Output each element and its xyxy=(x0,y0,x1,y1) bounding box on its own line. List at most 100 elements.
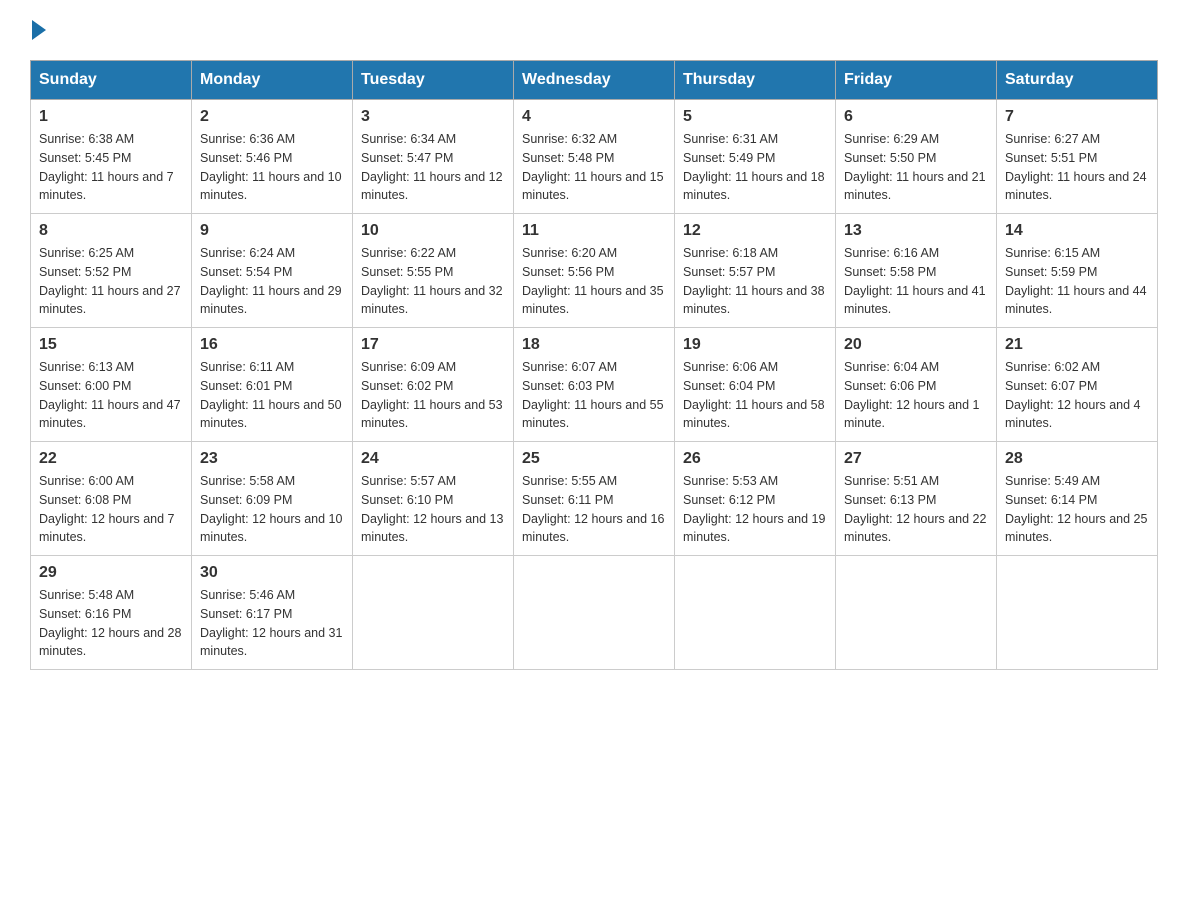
day-info: Sunrise: 6:20 AMSunset: 5:56 PMDaylight:… xyxy=(522,244,666,319)
day-number: 11 xyxy=(522,222,666,240)
day-number: 17 xyxy=(361,336,505,354)
day-number: 5 xyxy=(683,108,827,126)
calendar-day-cell: 21 Sunrise: 6:02 AMSunset: 6:07 PMDayligh… xyxy=(997,328,1158,442)
day-number: 23 xyxy=(200,450,344,468)
calendar-day-cell: 22 Sunrise: 6:00 AMSunset: 6:08 PMDayligh… xyxy=(31,442,192,556)
header-col-tuesday: Tuesday xyxy=(353,61,514,100)
header-col-monday: Monday xyxy=(192,61,353,100)
calendar-day-cell: 27Sunrise: 5:51 AMSunset: 6:13 PMDayligh… xyxy=(836,442,997,556)
calendar-week-row: 15 Sunrise: 6:13 AMSunset: 6:00 PMDayligh… xyxy=(31,328,1158,442)
calendar-week-row: 29Sunrise: 5:48 AMSunset: 6:16 PMDayligh… xyxy=(31,556,1158,670)
day-number: 4 xyxy=(522,108,666,126)
calendar-day-cell: 13 Sunrise: 6:16 AMSunset: 5:58 PMDayligh… xyxy=(836,214,997,328)
logo-triangle-icon xyxy=(32,20,46,40)
day-info: Sunrise: 6:34 AMSunset: 5:47 PMDaylight:… xyxy=(361,130,505,205)
calendar-day-cell: 28 Sunrise: 5:49 AMSunset: 6:14 PMDayligh… xyxy=(997,442,1158,556)
calendar-day-cell: 15 Sunrise: 6:13 AMSunset: 6:00 PMDayligh… xyxy=(31,328,192,442)
calendar-day-cell xyxy=(836,556,997,670)
day-number: 28 xyxy=(1005,450,1149,468)
calendar-day-cell: 24 Sunrise: 5:57 AMSunset: 6:10 PMDayligh… xyxy=(353,442,514,556)
calendar-day-cell xyxy=(353,556,514,670)
day-info: Sunrise: 6:18 AMSunset: 5:57 PMDaylight:… xyxy=(683,244,827,319)
calendar-week-row: 1 Sunrise: 6:38 AMSunset: 5:45 PMDaylight… xyxy=(31,100,1158,214)
calendar-day-cell: 16Sunrise: 6:11 AMSunset: 6:01 PMDayligh… xyxy=(192,328,353,442)
day-number: 10 xyxy=(361,222,505,240)
day-info: Sunrise: 5:55 AMSunset: 6:11 PMDaylight:… xyxy=(522,472,666,547)
day-info: Sunrise: 6:38 AMSunset: 5:45 PMDaylight:… xyxy=(39,130,183,205)
calendar-day-cell: 10Sunrise: 6:22 AMSunset: 5:55 PMDayligh… xyxy=(353,214,514,328)
day-info: Sunrise: 6:27 AMSunset: 5:51 PMDaylight:… xyxy=(1005,130,1149,205)
calendar-week-row: 8 Sunrise: 6:25 AMSunset: 5:52 PMDaylight… xyxy=(31,214,1158,328)
day-number: 19 xyxy=(683,336,827,354)
day-info: Sunrise: 6:13 AMSunset: 6:00 PMDaylight:… xyxy=(39,358,183,433)
day-number: 13 xyxy=(844,222,988,240)
calendar-day-cell xyxy=(675,556,836,670)
day-info: Sunrise: 5:58 AMSunset: 6:09 PMDaylight:… xyxy=(200,472,344,547)
day-info: Sunrise: 5:57 AMSunset: 6:10 PMDaylight:… xyxy=(361,472,505,547)
day-info: Sunrise: 6:25 AMSunset: 5:52 PMDaylight:… xyxy=(39,244,183,319)
day-info: Sunrise: 6:36 AMSunset: 5:46 PMDaylight:… xyxy=(200,130,344,205)
day-info: Sunrise: 5:49 AMSunset: 6:14 PMDaylight:… xyxy=(1005,472,1149,547)
page-header xyxy=(30,20,1158,40)
calendar-day-cell: 9Sunrise: 6:24 AMSunset: 5:54 PMDaylight… xyxy=(192,214,353,328)
calendar-day-cell: 4Sunrise: 6:32 AMSunset: 5:48 PMDaylight… xyxy=(514,100,675,214)
calendar-day-cell: 23 Sunrise: 5:58 AMSunset: 6:09 PMDayligh… xyxy=(192,442,353,556)
day-number: 26 xyxy=(683,450,827,468)
day-info: Sunrise: 6:15 AMSunset: 5:59 PMDaylight:… xyxy=(1005,244,1149,319)
calendar-day-cell: 26 Sunrise: 5:53 AMSunset: 6:12 PMDayligh… xyxy=(675,442,836,556)
calendar-day-cell: 11 Sunrise: 6:20 AMSunset: 5:56 PMDayligh… xyxy=(514,214,675,328)
day-number: 27 xyxy=(844,450,988,468)
calendar-day-cell xyxy=(997,556,1158,670)
calendar-day-cell: 5 Sunrise: 6:31 AMSunset: 5:49 PMDaylight… xyxy=(675,100,836,214)
day-number: 7 xyxy=(1005,108,1149,126)
calendar-week-row: 22 Sunrise: 6:00 AMSunset: 6:08 PMDayligh… xyxy=(31,442,1158,556)
calendar-day-cell xyxy=(514,556,675,670)
day-info: Sunrise: 6:31 AMSunset: 5:49 PMDaylight:… xyxy=(683,130,827,205)
header-col-saturday: Saturday xyxy=(997,61,1158,100)
day-number: 8 xyxy=(39,222,183,240)
day-number: 25 xyxy=(522,450,666,468)
header-col-friday: Friday xyxy=(836,61,997,100)
calendar-day-cell: 20 Sunrise: 6:04 AMSunset: 6:06 PMDayligh… xyxy=(836,328,997,442)
header-col-sunday: Sunday xyxy=(31,61,192,100)
calendar-day-cell: 1 Sunrise: 6:38 AMSunset: 5:45 PMDaylight… xyxy=(31,100,192,214)
calendar-body: 1 Sunrise: 6:38 AMSunset: 5:45 PMDaylight… xyxy=(31,100,1158,670)
day-info: Sunrise: 5:53 AMSunset: 6:12 PMDaylight:… xyxy=(683,472,827,547)
day-number: 21 xyxy=(1005,336,1149,354)
day-info: Sunrise: 6:09 AMSunset: 6:02 PMDaylight:… xyxy=(361,358,505,433)
calendar-day-cell: 30Sunrise: 5:46 AMSunset: 6:17 PMDayligh… xyxy=(192,556,353,670)
day-number: 24 xyxy=(361,450,505,468)
day-number: 1 xyxy=(39,108,183,126)
header-col-wednesday: Wednesday xyxy=(514,61,675,100)
logo xyxy=(30,20,46,40)
day-info: Sunrise: 6:04 AMSunset: 6:06 PMDaylight:… xyxy=(844,358,988,433)
calendar-day-cell: 12 Sunrise: 6:18 AMSunset: 5:57 PMDayligh… xyxy=(675,214,836,328)
day-number: 15 xyxy=(39,336,183,354)
day-number: 20 xyxy=(844,336,988,354)
calendar-day-cell: 14Sunrise: 6:15 AMSunset: 5:59 PMDayligh… xyxy=(997,214,1158,328)
calendar-table: SundayMondayTuesdayWednesdayThursdayFrid… xyxy=(30,60,1158,670)
day-info: Sunrise: 6:16 AMSunset: 5:58 PMDaylight:… xyxy=(844,244,988,319)
day-number: 18 xyxy=(522,336,666,354)
calendar-day-cell: 18Sunrise: 6:07 AMSunset: 6:03 PMDayligh… xyxy=(514,328,675,442)
calendar-day-cell: 6Sunrise: 6:29 AMSunset: 5:50 PMDaylight… xyxy=(836,100,997,214)
calendar-day-cell: 2 Sunrise: 6:36 AMSunset: 5:46 PMDaylight… xyxy=(192,100,353,214)
calendar-day-cell: 19 Sunrise: 6:06 AMSunset: 6:04 PMDayligh… xyxy=(675,328,836,442)
day-info: Sunrise: 5:46 AMSunset: 6:17 PMDaylight:… xyxy=(200,586,344,661)
calendar-day-cell: 8 Sunrise: 6:25 AMSunset: 5:52 PMDaylight… xyxy=(31,214,192,328)
day-number: 22 xyxy=(39,450,183,468)
day-info: Sunrise: 6:02 AMSunset: 6:07 PMDaylight:… xyxy=(1005,358,1149,433)
day-info: Sunrise: 6:00 AMSunset: 6:08 PMDaylight:… xyxy=(39,472,183,547)
day-number: 2 xyxy=(200,108,344,126)
day-info: Sunrise: 5:48 AMSunset: 6:16 PMDaylight:… xyxy=(39,586,183,661)
calendar-day-cell: 7 Sunrise: 6:27 AMSunset: 5:51 PMDaylight… xyxy=(997,100,1158,214)
header-row: SundayMondayTuesdayWednesdayThursdayFrid… xyxy=(31,61,1158,100)
calendar-day-cell: 25 Sunrise: 5:55 AMSunset: 6:11 PMDayligh… xyxy=(514,442,675,556)
day-info: Sunrise: 6:24 AMSunset: 5:54 PMDaylight:… xyxy=(200,244,344,319)
day-number: 16 xyxy=(200,336,344,354)
day-info: Sunrise: 6:06 AMSunset: 6:04 PMDaylight:… xyxy=(683,358,827,433)
calendar-day-cell: 3Sunrise: 6:34 AMSunset: 5:47 PMDaylight… xyxy=(353,100,514,214)
day-number: 12 xyxy=(683,222,827,240)
calendar-day-cell: 29Sunrise: 5:48 AMSunset: 6:16 PMDayligh… xyxy=(31,556,192,670)
calendar-day-cell: 17 Sunrise: 6:09 AMSunset: 6:02 PMDayligh… xyxy=(353,328,514,442)
